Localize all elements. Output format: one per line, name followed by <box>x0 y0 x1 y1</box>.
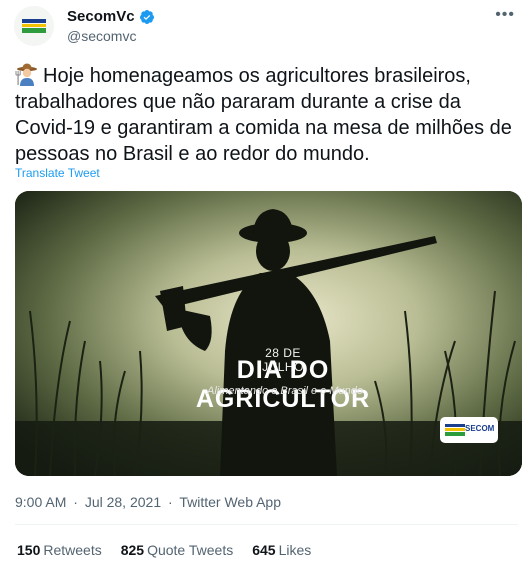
meta-separator: · <box>168 494 173 510</box>
tweet-body: Hoje homenageamos os agricultores brasil… <box>15 65 512 165</box>
tweet-date[interactable]: Jul 28, 2021 <box>85 494 161 510</box>
farmer-emoji-icon <box>15 63 37 86</box>
secom-logo-icon <box>14 6 54 46</box>
secom-badge-label: SECOM <box>465 424 495 433</box>
tweet-stats: 150 Retweets 825 Quote Tweets 645 Likes <box>17 542 311 558</box>
more-options-icon[interactable]: ••• <box>495 6 515 24</box>
tweet-text: Hoje homenageamos os agricultores brasil… <box>15 62 520 167</box>
media-subtitle-text: Alimentando o Brasil e o Mundo <box>207 385 363 397</box>
likes-stat[interactable]: 645 Likes <box>252 542 311 558</box>
meta-separator: · <box>73 494 78 510</box>
tweet-source[interactable]: Twitter Web App <box>179 494 281 510</box>
likes-count: 645 <box>252 542 276 558</box>
tweet-time[interactable]: 9:00 AM <box>15 494 66 510</box>
retweets-count: 150 <box>17 542 41 558</box>
name-row: SecomVc <box>67 8 155 25</box>
display-name[interactable]: SecomVc <box>67 8 135 25</box>
translate-tweet-link[interactable]: Translate Tweet <box>15 166 100 180</box>
likes-label: Likes <box>278 542 312 558</box>
quote-tweets-stat[interactable]: 825 Quote Tweets <box>121 542 234 558</box>
divider <box>15 524 518 525</box>
quotes-count: 825 <box>120 542 145 558</box>
verified-badge-icon <box>139 9 154 24</box>
tweet-header: SecomVc @secomvc ••• <box>14 6 517 46</box>
quotes-label: Quote Tweets <box>147 542 234 558</box>
retweets-stat[interactable]: 150 Retweets <box>17 542 102 558</box>
handle[interactable]: @secomvc <box>67 28 136 44</box>
secom-logo-icon <box>445 424 465 436</box>
avatar[interactable] <box>14 6 54 46</box>
tweet-meta: 9:00 AM · Jul 28, 2021 · Twitter Web App <box>15 494 284 510</box>
retweets-label: Retweets <box>43 542 102 558</box>
